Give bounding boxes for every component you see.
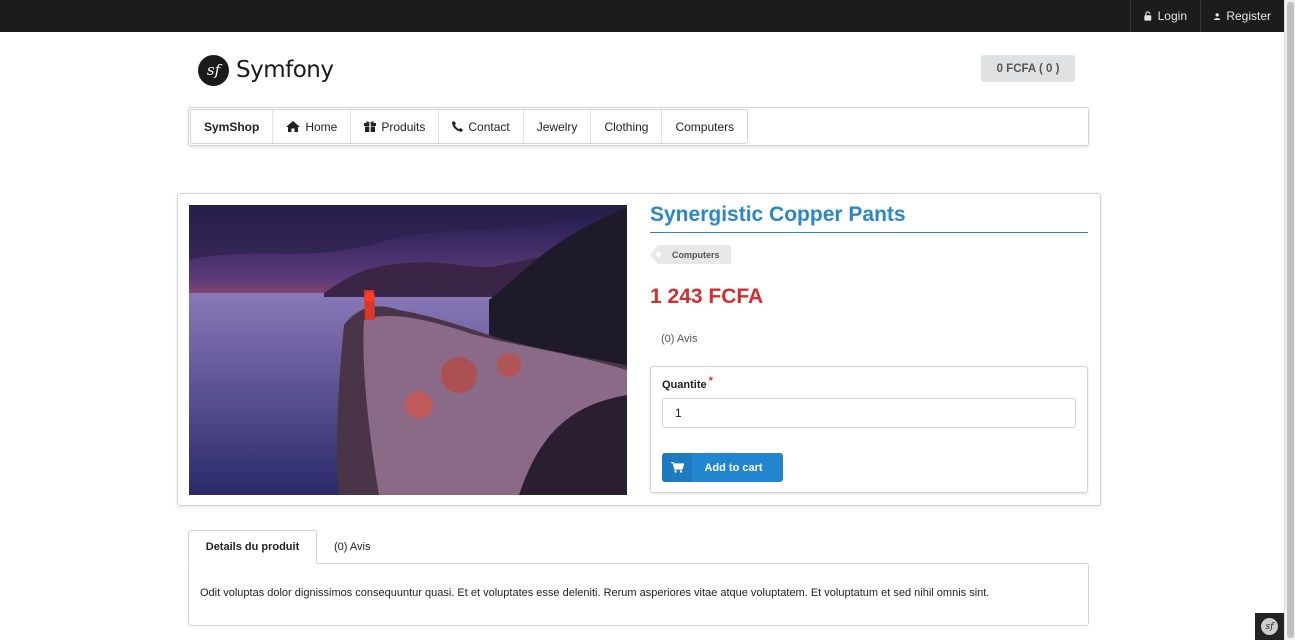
menu-item-computers[interactable]: Computers (662, 110, 747, 143)
quantity-label: Quantite * (662, 375, 713, 391)
cart-icon (662, 453, 692, 482)
menu-item-home[interactable]: Home (273, 110, 352, 143)
logo-text: Symfony (236, 57, 334, 83)
add-to-cart-label: Add to cart (704, 461, 763, 474)
symfony-badge-icon: sf (1261, 618, 1278, 635)
login-link[interactable]: Login (1130, 0, 1200, 32)
register-label: Register (1226, 9, 1271, 23)
category-tag[interactable]: Computers (650, 245, 731, 264)
quantity-label-text: Quantite (662, 379, 707, 391)
menu-item-label: Contact (468, 119, 510, 134)
page-scrollbar[interactable] (1284, 0, 1295, 640)
menu-item-label: Produits (381, 119, 426, 134)
tag-hole (656, 252, 661, 257)
menu-item-produits[interactable]: Produits (351, 110, 440, 143)
add-to-cart-button[interactable]: Add to cart (662, 453, 783, 482)
quantity-input[interactable] (662, 398, 1076, 428)
product-price: 1 243 FCFA (650, 285, 764, 308)
login-label: Login (1157, 9, 1187, 23)
logo-mark: sf (198, 54, 229, 86)
scrollbar-thumb[interactable] (1287, 2, 1294, 638)
menu-item-clothing[interactable]: Clothing (591, 110, 663, 143)
menu-brand[interactable]: SymShop (191, 110, 274, 143)
lock-icon (1144, 11, 1152, 21)
home-icon (286, 121, 301, 132)
gift-icon (364, 121, 377, 132)
main-menu: SymShop Home Produits Contact Jewelry Cl… (188, 107, 1089, 146)
product-reviews[interactable]: (0) Avis (661, 333, 697, 345)
product-description: Odit voluptas dolor dignissimos consequu… (200, 587, 990, 599)
menu-item-contact[interactable]: Contact (439, 110, 524, 143)
tab-reviews[interactable]: (0) Avis (334, 530, 370, 564)
phone-icon (452, 121, 464, 132)
cart-button[interactable]: 0 FCFA ( 0 ) (981, 55, 1075, 82)
required-mark: * (708, 375, 713, 387)
register-link[interactable]: Register (1200, 0, 1284, 32)
top-bar: Login Register (0, 0, 1284, 32)
category-tag-label: Computers (672, 249, 720, 260)
menu-item-label: Home (305, 119, 338, 134)
product-image (189, 205, 627, 495)
menu-item-jewelry[interactable]: Jewelry (524, 110, 592, 143)
symfony-debug-toolbar-toggle[interactable]: sf (1255, 613, 1284, 640)
tab-details[interactable]: Details du produit (188, 530, 317, 564)
product-title: Synergistic Copper Pants (650, 203, 1088, 233)
user-icon (1214, 12, 1221, 20)
menu-items: SymShop Home Produits Contact Jewelry Cl… (190, 109, 749, 144)
symfony-logo[interactable]: sf Symfony (198, 54, 334, 86)
